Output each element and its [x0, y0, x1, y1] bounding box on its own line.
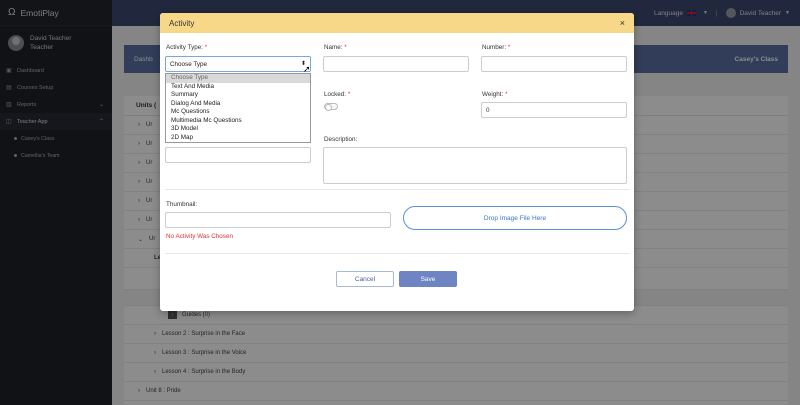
name-input[interactable] — [323, 56, 469, 72]
modal-header: Activity × — [160, 13, 634, 33]
activity-type-label: Activity Type: * — [166, 44, 208, 51]
number-label: Number: * — [482, 44, 511, 51]
dropdown-option[interactable]: Mc Questions — [166, 108, 310, 117]
dropdown-option[interactable]: 2D Map — [166, 134, 310, 143]
description-label: Description: — [324, 136, 358, 143]
cancel-button[interactable]: Cancel — [336, 271, 394, 287]
dropdown-option[interactable]: Summary — [166, 91, 310, 100]
error-message: No Activity Was Chosen — [166, 233, 233, 240]
close-icon[interactable]: × — [620, 18, 625, 28]
name-label: Name: * — [324, 44, 347, 51]
thumbnail-input[interactable] — [165, 212, 391, 228]
save-button[interactable]: Save — [399, 271, 457, 287]
hidden-field-input[interactable] — [165, 147, 311, 163]
activity-modal: Activity × Activity Type: * Name: * Numb… — [160, 13, 634, 311]
thumbnail-label: Thumbnail: — [166, 201, 198, 208]
activity-type-select[interactable]: Choose Type ⬍ — [165, 56, 311, 72]
divider — [165, 253, 629, 254]
dropdown-option[interactable]: Text And Media — [166, 83, 310, 92]
activity-type-dropdown[interactable]: Choose Type Text And Media Summary Dialo… — [165, 73, 311, 143]
dropdown-option[interactable]: Multimedia Mc Questions — [166, 117, 310, 126]
activity-type-value: Choose Type — [170, 60, 207, 68]
description-textarea[interactable] — [323, 147, 627, 184]
image-drop-zone[interactable]: Drop Image File Here — [403, 206, 627, 230]
divider — [165, 189, 629, 190]
modal-title: Activity — [169, 18, 195, 28]
dropdown-option[interactable]: Choose Type — [166, 74, 310, 83]
weight-input[interactable]: 0 — [481, 102, 627, 118]
locked-label: Locked: * — [324, 91, 351, 98]
mouse-cursor-icon: ➚ — [303, 64, 311, 74]
locked-toggle[interactable] — [324, 103, 338, 111]
number-input[interactable] — [481, 56, 627, 72]
dropdown-option[interactable]: 3D Model — [166, 125, 310, 134]
dropdown-option[interactable]: Dialog And Media — [166, 100, 310, 109]
weight-label: Weight: * — [482, 91, 508, 98]
